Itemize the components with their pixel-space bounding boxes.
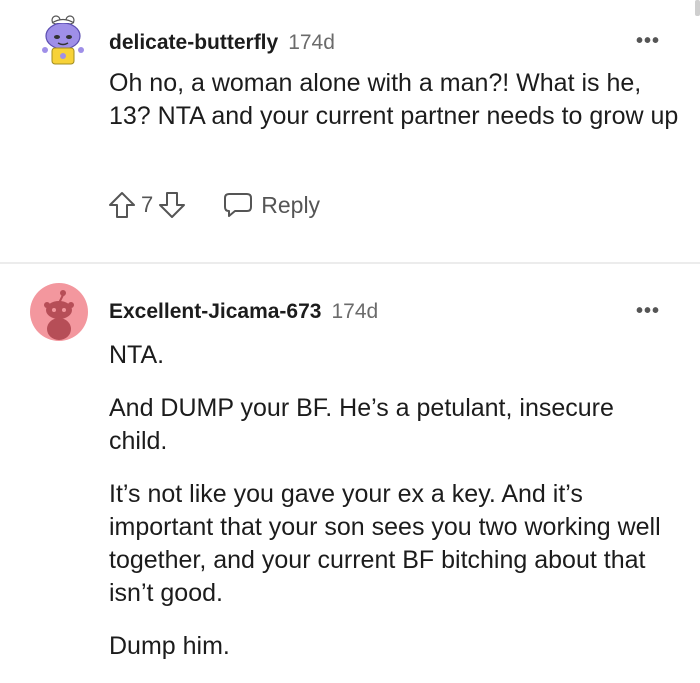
comment-body: Oh no, a woman alone with a man?! What i… bbox=[109, 67, 679, 153]
avatar[interactable] bbox=[30, 283, 88, 341]
snoo-avatar-icon bbox=[30, 283, 88, 341]
username[interactable]: Excellent-Jicama-673 bbox=[109, 300, 321, 324]
comment-text: And DUMP your BF. He’s a petulant, insec… bbox=[109, 394, 614, 455]
comment-age: 174d bbox=[331, 300, 379, 323]
comment-header: Excellent-Jicama-673 174d bbox=[109, 300, 378, 324]
more-options-icon[interactable]: ••• bbox=[636, 30, 660, 53]
comment-1: delicate-butterfly 174d ••• Oh no, a wom… bbox=[0, 0, 700, 262]
comment-header: delicate-butterfly 174d bbox=[109, 31, 335, 55]
comment-2: Excellent-Jicama-673 174d ••• NTA. And D… bbox=[0, 264, 700, 671]
snoo-avatar-icon bbox=[42, 15, 84, 65]
comment-text: NTA. bbox=[109, 341, 165, 369]
more-options-icon[interactable]: ••• bbox=[636, 300, 660, 323]
username[interactable]: delicate-butterfly bbox=[109, 31, 278, 55]
vote-score: 7 bbox=[141, 192, 154, 217]
comment-bubble-icon bbox=[224, 193, 253, 217]
downvote-icon[interactable] bbox=[157, 190, 187, 220]
upvote-icon[interactable] bbox=[107, 190, 137, 220]
comment-text: It’s not like you gave your ex a key. An… bbox=[109, 480, 661, 607]
comment-actions: 7 Reply bbox=[107, 190, 320, 220]
comment-text: Oh no, a woman alone with a man?! What i… bbox=[109, 69, 679, 130]
comment-body: NTA. And DUMP your BF. He’s a petulant, … bbox=[109, 339, 679, 683]
reply-label: Reply bbox=[261, 191, 321, 218]
comment-age: 174d bbox=[288, 31, 335, 54]
avatar[interactable] bbox=[34, 12, 92, 70]
reply-button[interactable]: Reply bbox=[223, 191, 320, 219]
comment-text: Dump him. bbox=[109, 632, 230, 660]
